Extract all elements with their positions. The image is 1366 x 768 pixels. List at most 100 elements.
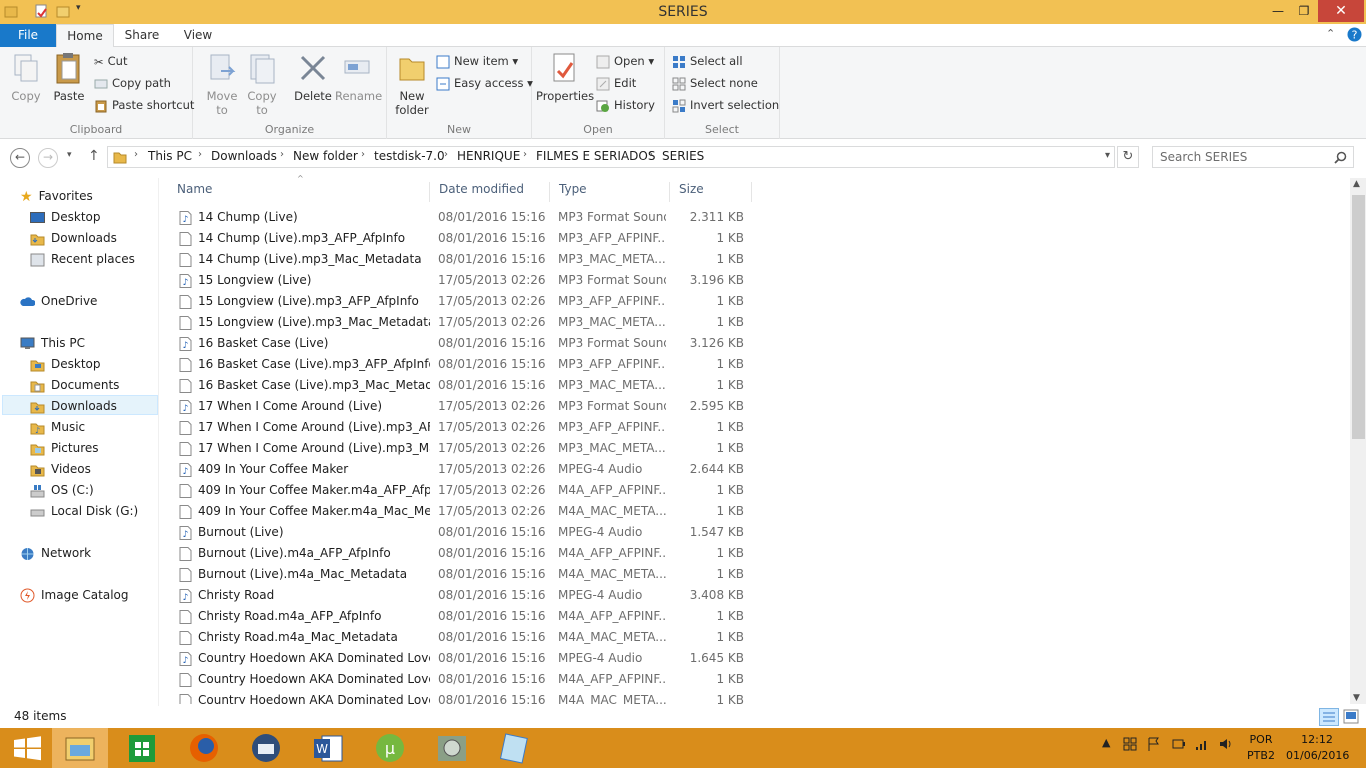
nav-pc-music[interactable]: ♪ Music: [30, 417, 186, 437]
tab-share[interactable]: Share: [118, 24, 166, 47]
nav-pc-pictures[interactable]: Pictures: [30, 438, 186, 458]
breadcrumb-filmes-e-seriados[interactable]: FILMES E SERIADOS: [536, 149, 655, 163]
taskbar-firefox-icon[interactable]: [176, 728, 232, 768]
breadcrumb-separator-icon[interactable]: ›: [280, 149, 284, 160]
tab-view[interactable]: View: [174, 24, 222, 47]
select-none-button[interactable]: Select none: [672, 73, 758, 93]
breadcrumb-separator-icon[interactable]: ›: [134, 149, 138, 160]
nav-local-disk-g[interactable]: Local Disk (G:): [30, 501, 186, 521]
nav-pc-desktop[interactable]: Desktop: [30, 354, 186, 374]
large-icons-view-icon[interactable]: [1343, 709, 1359, 724]
file-row[interactable]: 17 When I Come Around (Live).mp3_Mac... 1…: [168, 438, 752, 459]
nav-pc-downloads[interactable]: Downloads: [2, 395, 158, 415]
breadcrumb-separator-icon[interactable]: ›: [361, 149, 365, 160]
breadcrumb-testdisk[interactable]: testdisk-7.0: [374, 149, 445, 163]
help-icon[interactable]: ?: [1347, 27, 1362, 42]
pane-splitter[interactable]: [158, 178, 159, 708]
taskbar-disk-tool-icon[interactable]: [424, 728, 480, 768]
tab-home[interactable]: Home: [56, 24, 114, 48]
file-row[interactable]: 409 In Your Coffee Maker.m4a_AFP_AfpI...…: [168, 480, 752, 501]
nav-this-pc[interactable]: This PC: [20, 333, 176, 353]
nav-favorites-desktop[interactable]: Desktop: [30, 207, 186, 227]
forward-button[interactable]: →: [38, 148, 58, 168]
taskbar-utorrent-icon[interactable]: µ: [362, 728, 418, 768]
recent-locations-dropdown-icon[interactable]: ▾: [67, 150, 72, 160]
show-hidden-icons-icon[interactable]: ▲: [1102, 736, 1110, 749]
nav-network[interactable]: Network: [20, 543, 176, 563]
address-bar[interactable]: › This PC › Downloads › New folder › tes…: [107, 146, 1115, 168]
file-row[interactable]: ♪ 409 In Your Coffee Maker 17/05/2013 02:2…: [168, 459, 752, 480]
breadcrumb-separator-icon[interactable]: ›: [649, 149, 653, 160]
action-center-icon[interactable]: [1122, 736, 1138, 752]
nav-os-c-drive[interactable]: OS (C:): [30, 480, 186, 500]
properties-button[interactable]: Properties: [536, 51, 594, 103]
file-row[interactable]: 15 Longview (Live).mp3_AFP_AfpInfo 17/05/…: [168, 291, 752, 312]
rename-button[interactable]: Rename: [335, 51, 382, 103]
taskbar-store-icon[interactable]: [114, 728, 170, 768]
minimize-button[interactable]: —: [1264, 0, 1292, 22]
column-header-name[interactable]: Name: [168, 182, 430, 202]
refresh-button[interactable]: ↻: [1117, 146, 1139, 168]
collapse-ribbon-icon[interactable]: ⌃: [1326, 27, 1335, 40]
history-button[interactable]: History: [596, 95, 655, 115]
breadcrumb-this-pc[interactable]: This PC: [148, 149, 192, 163]
nav-pc-videos[interactable]: Videos: [30, 459, 186, 479]
breadcrumb-downloads[interactable]: Downloads: [211, 149, 277, 163]
invert-selection-button[interactable]: Invert selection: [672, 95, 779, 115]
up-arrow-icon[interactable]: ↑: [88, 148, 100, 164]
breadcrumb-new-folder[interactable]: New folder: [293, 149, 358, 163]
column-header-size[interactable]: Size: [670, 182, 752, 202]
breadcrumb-separator-icon[interactable]: ›: [444, 149, 448, 160]
file-row[interactable]: 14 Chump (Live).mp3_Mac_Metadata 08/01/20…: [168, 249, 752, 270]
file-row[interactable]: 17 When I Come Around (Live).mp3_AFP... 1…: [168, 417, 752, 438]
nav-image-catalog[interactable]: Image Catalog: [20, 585, 176, 605]
nav-pc-documents[interactable]: Documents: [30, 375, 186, 395]
file-row[interactable]: ♪ Country Hoedown AKA Dominated Love ... 0…: [168, 648, 752, 669]
file-row[interactable]: ♪ 17 When I Come Around (Live) 17/05/2013 …: [168, 396, 752, 417]
flag-icon[interactable]: [1146, 736, 1162, 752]
tab-file[interactable]: File: [0, 24, 56, 47]
cut-button[interactable]: ✂ Cut: [94, 51, 127, 71]
open-button[interactable]: Open ▾: [596, 51, 654, 71]
file-row[interactable]: Burnout (Live).m4a_Mac_Metadata 08/01/201…: [168, 564, 752, 585]
file-row[interactable]: ♪ Burnout (Live) 08/01/2016 15:16 MPEG-4 Au…: [168, 522, 752, 543]
edit-button[interactable]: Edit: [596, 73, 636, 93]
breadcrumb-separator-icon[interactable]: ›: [198, 149, 202, 160]
move-to-button[interactable]: Move to: [205, 51, 239, 117]
paste-button[interactable]: Paste: [50, 51, 88, 103]
file-row[interactable]: Christy Road.m4a_Mac_Metadata 08/01/2016 …: [168, 627, 752, 648]
copy-to-button[interactable]: Copy to: [245, 51, 279, 117]
taskbar-notepad-icon[interactable]: [486, 728, 542, 768]
clock[interactable]: 12:12 01/06/2016: [1286, 732, 1349, 764]
paste-shortcut-button[interactable]: Paste shortcut: [94, 95, 194, 115]
breadcrumb-series[interactable]: SERIES: [662, 149, 704, 163]
scrollbar-thumb[interactable]: [1352, 195, 1365, 439]
taskbar-thunderbird-icon[interactable]: [238, 728, 294, 768]
maximize-button[interactable]: ❐: [1290, 0, 1318, 22]
taskbar-word-icon[interactable]: W: [300, 728, 356, 768]
file-row[interactable]: Country Hoedown AKA Dominated Love ... 08…: [168, 690, 752, 704]
nav-favorites[interactable]: ★ Favorites: [20, 186, 176, 206]
nav-recent-places[interactable]: Recent places: [30, 249, 186, 269]
address-dropdown-icon[interactable]: ▾: [1105, 150, 1110, 161]
nav-onedrive[interactable]: OneDrive: [20, 291, 176, 311]
column-header-type[interactable]: Type: [550, 182, 670, 202]
easy-access-button[interactable]: Easy access ▾: [436, 73, 533, 93]
volume-icon[interactable]: [1218, 736, 1234, 752]
search-input[interactable]: Search SERIES: [1152, 146, 1354, 168]
network-signal-icon[interactable]: [1194, 736, 1210, 752]
file-row[interactable]: ♪ Christy Road 08/01/2016 15:16 MPEG-4 Audi…: [168, 585, 752, 606]
taskbar-file-explorer-icon[interactable]: [52, 728, 108, 768]
details-view-icon[interactable]: [1319, 708, 1339, 726]
delete-button[interactable]: Delete: [293, 51, 333, 103]
file-row[interactable]: Burnout (Live).m4a_AFP_AfpInfo 08/01/2016…: [168, 543, 752, 564]
new-folder-button[interactable]: New folder: [393, 51, 431, 117]
file-row[interactable]: ♪ 16 Basket Case (Live) 08/01/2016 15:16 MP…: [168, 333, 752, 354]
select-all-button[interactable]: Select all: [672, 51, 743, 71]
breadcrumb-henrique[interactable]: HENRIQUE: [457, 149, 520, 163]
file-row[interactable]: Country Hoedown AKA Dominated Love ... 08…: [168, 669, 752, 690]
file-row[interactable]: Christy Road.m4a_AFP_AfpInfo 08/01/2016 1…: [168, 606, 752, 627]
copy-path-button[interactable]: Copy path: [94, 73, 171, 93]
copy-button[interactable]: Copy: [8, 51, 44, 103]
input-language-indicator[interactable]: POR PTB2: [1246, 732, 1276, 764]
